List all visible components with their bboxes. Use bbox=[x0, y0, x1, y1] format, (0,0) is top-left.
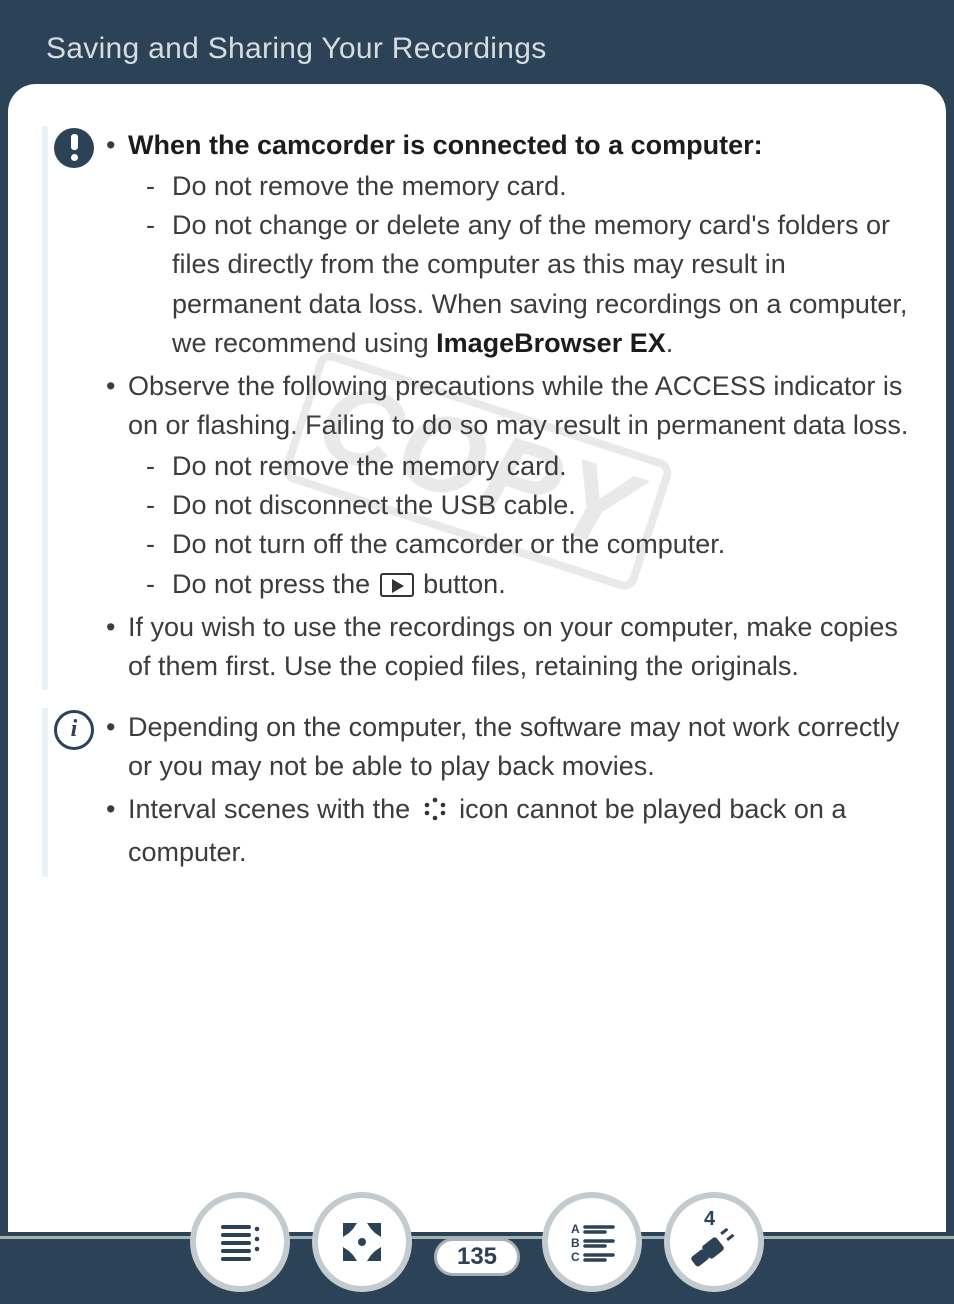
nav-fullscreen-button[interactable] bbox=[312, 1192, 412, 1292]
note-accent-bar bbox=[42, 708, 48, 877]
info-content: Depending on the computer, the software … bbox=[100, 708, 912, 877]
important-content: When the camcorder is connected to a com… bbox=[100, 126, 912, 690]
info-item-1: Depending on the computer, the software … bbox=[106, 708, 912, 786]
nav-toc-button[interactable] bbox=[190, 1192, 290, 1292]
playback-button-icon bbox=[380, 573, 414, 597]
important-note: When the camcorder is connected to a com… bbox=[42, 126, 912, 690]
fullscreen-icon bbox=[337, 1217, 387, 1267]
svg-text:C: C bbox=[571, 1250, 580, 1264]
back-badge: 4 bbox=[704, 1208, 715, 1231]
note-icon-wrap bbox=[54, 126, 100, 690]
nav-index-button[interactable]: ABC bbox=[542, 1192, 642, 1292]
index-icon: ABC bbox=[565, 1217, 619, 1267]
page-number: 135 bbox=[457, 1243, 497, 1271]
section-title: Saving and Sharing Your Recordings bbox=[46, 32, 547, 65]
important-2-sub1: Do not remove the memory card. bbox=[128, 447, 912, 486]
important-item-1: When the camcorder is connected to a com… bbox=[106, 126, 912, 363]
nav-back-button[interactable]: 4 bbox=[664, 1192, 764, 1292]
important-item-2: Observe the following precautions while … bbox=[106, 367, 912, 604]
page-card: COPY When the camcorder is connected to … bbox=[8, 84, 946, 1232]
important-icon bbox=[54, 128, 94, 168]
important-heading: When the camcorder is connected to a com… bbox=[128, 130, 763, 160]
important-2-sub3: Do not turn off the camcorder or the com… bbox=[128, 525, 912, 564]
section-header: Saving and Sharing Your Recordings bbox=[0, 0, 954, 84]
toc-icon bbox=[215, 1217, 265, 1267]
svg-text:B: B bbox=[571, 1236, 580, 1250]
info-note: i Depending on the computer, the softwar… bbox=[42, 708, 912, 877]
note-icon-wrap: i bbox=[54, 708, 100, 877]
important-2-sub4: Do not press the button. bbox=[128, 565, 912, 604]
info-icon: i bbox=[54, 710, 94, 750]
important-1-sub1: Do not remove the memory card. bbox=[128, 167, 912, 206]
important-2-sub2: Do not disconnect the USB cable. bbox=[128, 486, 912, 525]
note-accent-bar bbox=[42, 126, 48, 690]
svg-text:A: A bbox=[571, 1222, 580, 1236]
important-item-3: If you wish to use the recordings on you… bbox=[106, 608, 912, 686]
info-item-2: Interval scenes with the icon cannot be … bbox=[106, 790, 912, 872]
interval-dots-icon bbox=[422, 794, 448, 833]
page-number-pill: 135 bbox=[434, 1238, 520, 1276]
important-1-sub2: Do not change or delete any of the memor… bbox=[128, 206, 912, 363]
